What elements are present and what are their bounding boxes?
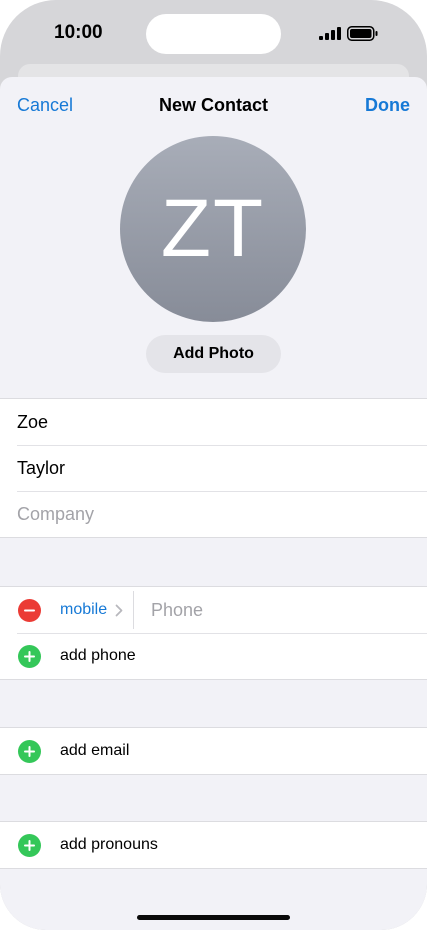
last-name-value: Taylor — [17, 457, 66, 478]
add-email-row[interactable]: add email — [0, 728, 427, 774]
new-contact-sheet: Cancel New Contact Done ZT Add Photo Zoe… — [0, 77, 427, 930]
phone-input[interactable]: Phone — [151, 600, 203, 621]
avatar-initials: ZT — [160, 183, 266, 274]
pronouns-group: add pronouns — [0, 821, 427, 869]
status-bar: 10:00 — [0, 0, 427, 70]
plus-icon — [24, 840, 35, 851]
add-photo-button[interactable]: Add Photo — [146, 335, 281, 373]
battery-icon — [347, 26, 378, 41]
page-title: New Contact — [158, 95, 268, 115]
last-name-field[interactable]: Taylor — [0, 445, 427, 491]
add-pronouns-button[interactable] — [18, 834, 41, 857]
minus-icon — [24, 609, 35, 612]
phone-group: mobile Phone add phone — [0, 586, 427, 680]
email-group: add email — [0, 727, 427, 775]
remove-phone-button[interactable] — [18, 599, 41, 622]
add-email-label: add email — [60, 742, 130, 759]
add-email-button[interactable] — [18, 740, 41, 763]
home-indicator[interactable] — [137, 915, 290, 920]
nav-bar: Cancel New Contact Done — [0, 77, 427, 135]
add-phone-row[interactable]: add phone — [0, 633, 427, 679]
dynamic-island — [146, 14, 281, 54]
phone-screen: 10:00 Cancel New Contact Done ZT Add Pho… — [0, 0, 427, 930]
done-button[interactable]: Done — [365, 95, 410, 116]
chevron-right-icon — [115, 604, 123, 617]
status-time: 10:00 — [54, 22, 103, 43]
name-fields-group: Zoe Taylor Company — [0, 398, 427, 538]
add-phone-label: add phone — [60, 647, 136, 664]
phone-row: mobile Phone — [0, 587, 427, 633]
add-phone-button[interactable] — [18, 645, 41, 668]
first-name-field[interactable]: Zoe — [0, 399, 427, 445]
first-name-value: Zoe — [17, 411, 49, 432]
phone-row-divider — [133, 591, 134, 629]
company-field[interactable]: Company — [0, 491, 427, 537]
cellular-signal-icon — [319, 27, 341, 40]
avatar[interactable]: ZT — [120, 136, 306, 322]
add-pronouns-label: add pronouns — [60, 836, 158, 853]
company-placeholder: Company — [17, 503, 95, 524]
plus-icon — [24, 746, 35, 757]
plus-icon — [24, 651, 35, 662]
phone-type-selector[interactable]: mobile — [60, 601, 107, 619]
add-pronouns-row[interactable]: add pronouns — [0, 822, 427, 868]
